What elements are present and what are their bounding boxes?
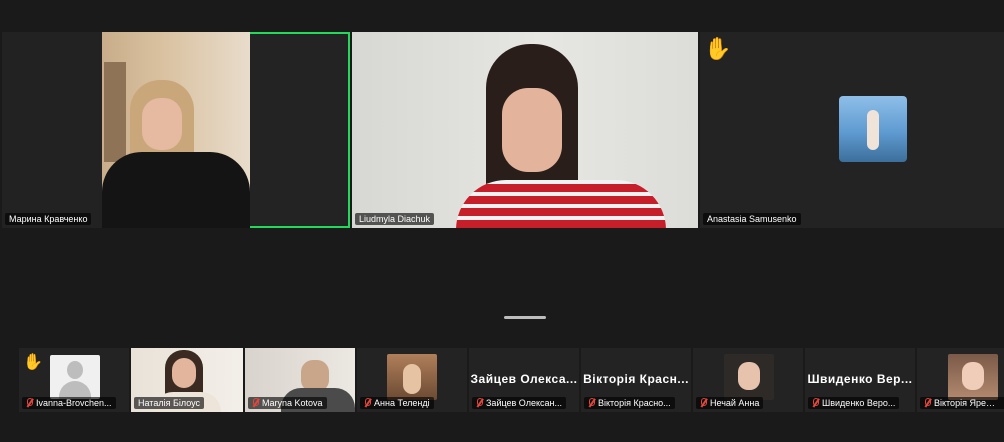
person-face bbox=[172, 358, 196, 388]
participant-display-name: Швиденко Вер... bbox=[807, 372, 913, 386]
person-body bbox=[102, 152, 250, 228]
participant-name: Ivanna-Brovchen... bbox=[22, 397, 116, 409]
strip-tile-viktoriia-krasno[interactable]: Вікторія Красн... Вікторія Красно... bbox=[581, 348, 691, 412]
strip-tile-shvydenko[interactable]: Швиденко Вер... Швиденко Веро... bbox=[805, 348, 915, 412]
person-face bbox=[142, 98, 182, 150]
avatar-silhouette-head bbox=[67, 361, 83, 379]
participant-display-name: Вікторія Красн... bbox=[583, 372, 689, 386]
participant-name: Марина Кравченко bbox=[5, 213, 92, 225]
participant-name: Maryna Kotova bbox=[248, 397, 327, 409]
participant-display-name: Зайцев Олекса... bbox=[470, 372, 578, 386]
mic-muted-icon bbox=[924, 398, 931, 407]
participant-name: Вікторія Красно... bbox=[584, 397, 675, 409]
video-tile-marina[interactable]: Марина Кравченко bbox=[2, 32, 350, 228]
strip-tile-nataliia[interactable]: Наталія Білоус bbox=[131, 348, 243, 412]
avatar-figure bbox=[403, 364, 421, 394]
participant-name: Зайцев Олексан... bbox=[472, 397, 566, 409]
person-face bbox=[502, 88, 562, 172]
video-tile-anastasia[interactable]: ✋ Anastasia Samusenko bbox=[700, 32, 1004, 228]
raised-hand-icon: ✋ bbox=[704, 36, 732, 61]
avatar bbox=[724, 354, 774, 400]
participant-name: Anastasia Samusenko bbox=[703, 213, 801, 225]
avatar-figure bbox=[962, 362, 984, 390]
strip-tile-maryna[interactable]: Maryna Kotova bbox=[245, 348, 355, 412]
participant-name: Нечай Анна bbox=[696, 397, 764, 409]
participant-name: Liudmyla Diachuk bbox=[355, 213, 435, 225]
mic-muted-icon bbox=[364, 398, 371, 407]
participant-name: Швиденко Веро... bbox=[808, 397, 900, 409]
participant-name: Вікторія Яремен... bbox=[920, 397, 1004, 409]
avatar bbox=[387, 354, 437, 400]
strip-tile-viktoriia-yaremen[interactable]: Вікторія Яремен... bbox=[917, 348, 1004, 412]
mic-muted-icon bbox=[588, 398, 595, 407]
participant-name: Наталія Білоус bbox=[134, 397, 205, 409]
resize-handle[interactable] bbox=[504, 316, 546, 319]
avatar bbox=[50, 355, 100, 399]
video-feed bbox=[352, 32, 698, 228]
avatar-figure bbox=[867, 110, 879, 150]
mic-muted-icon bbox=[26, 398, 33, 407]
participant-name: Анна Теленді bbox=[360, 397, 434, 409]
video-letterbox bbox=[2, 32, 102, 228]
strip-tile-anna[interactable]: Анна Теленді bbox=[357, 348, 467, 412]
strip-tile-nechai[interactable]: Нечай Анна bbox=[693, 348, 803, 412]
avatar-figure bbox=[738, 362, 760, 390]
avatar bbox=[839, 96, 907, 162]
video-tile-liudmyla[interactable]: Liudmyla Diachuk bbox=[352, 32, 698, 228]
video-feed bbox=[102, 32, 250, 228]
avatar bbox=[948, 354, 998, 400]
shelf-shape bbox=[104, 62, 126, 162]
mic-muted-icon bbox=[700, 398, 707, 407]
raised-hand-icon: ✋ bbox=[23, 354, 43, 371]
mic-muted-icon bbox=[476, 398, 483, 407]
strip-tile-ivanna[interactable]: ✋ Ivanna-Brovchen... bbox=[19, 348, 129, 412]
mic-muted-icon bbox=[812, 398, 819, 407]
strip-tile-zaitsev[interactable]: Зайцев Олекса... Зайцев Олексан... bbox=[469, 348, 579, 412]
mic-muted-icon bbox=[252, 398, 259, 407]
person-body bbox=[456, 180, 666, 228]
